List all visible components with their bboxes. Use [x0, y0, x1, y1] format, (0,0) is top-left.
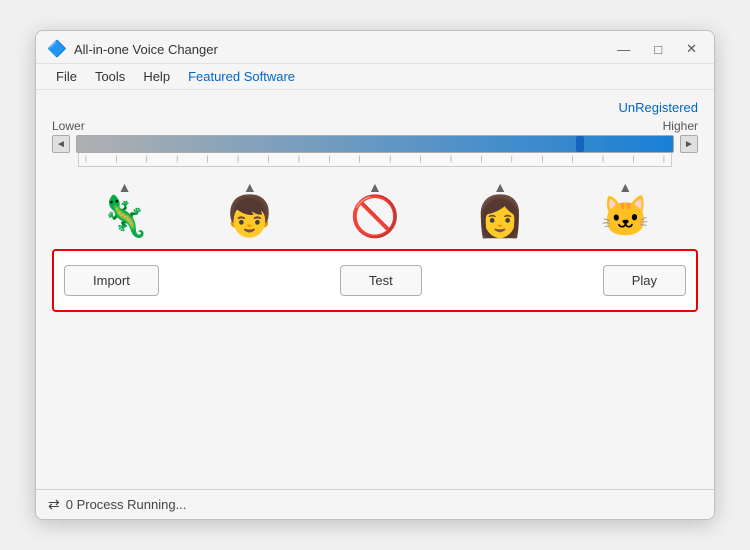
title-bar: 🔷 All-in-one Voice Changer — □ ✕: [36, 31, 714, 64]
pitch-labels: Lower Higher: [52, 119, 698, 133]
character-woman[interactable]: ▲ 👩: [475, 179, 525, 237]
import-button[interactable]: Import: [64, 265, 159, 296]
status-bar: ⇄ 0 Process Running...: [36, 489, 714, 519]
test-button[interactable]: Test: [340, 265, 422, 296]
none-emoji: 🚫: [350, 197, 400, 237]
pitch-slider-track[interactable]: [76, 135, 674, 153]
none-pin: ▲: [368, 179, 382, 195]
slider-container: ◄ ►: [52, 135, 698, 153]
action-area: Import Test Play: [52, 249, 698, 312]
maximize-button[interactable]: □: [649, 40, 667, 59]
man-pin: ▲: [243, 179, 257, 195]
character-dragon[interactable]: ▲ 🦎: [100, 179, 150, 237]
pitch-slider-thumb[interactable]: [576, 136, 584, 152]
dragon-emoji: 🦎: [100, 197, 150, 237]
minimize-button[interactable]: —: [612, 40, 635, 59]
menu-file[interactable]: File: [48, 66, 85, 87]
pitch-section: Lower Higher ◄ ► ||||||||||||||||||||: [52, 119, 698, 167]
character-man[interactable]: ▲ 👦: [225, 179, 275, 237]
slider-arrow-left[interactable]: ◄: [52, 135, 70, 153]
main-window: 🔷 All-in-one Voice Changer — □ ✕ File To…: [35, 30, 715, 520]
app-icon: 🔷: [48, 40, 66, 58]
character-cat[interactable]: ▲ 🐱: [600, 179, 650, 237]
man-emoji: 👦: [225, 197, 275, 237]
cat-pin: ▲: [618, 179, 632, 195]
menu-featured-software[interactable]: Featured Software: [180, 66, 303, 87]
menu-bar: File Tools Help Featured Software: [36, 64, 714, 90]
play-button[interactable]: Play: [603, 265, 686, 296]
process-status: 0 Process Running...: [66, 497, 187, 512]
characters-row: ▲ 🦎 ▲ 👦 ▲ 🚫 ▲ 👩 ▲ 🐱: [52, 175, 698, 241]
process-icon: ⇄: [48, 496, 60, 513]
window-controls: — □ ✕: [612, 39, 702, 59]
cat-emoji: 🐱: [600, 197, 650, 237]
dragon-pin: ▲: [118, 179, 132, 195]
menu-tools[interactable]: Tools: [87, 66, 133, 87]
lower-label: Lower: [52, 119, 85, 133]
woman-pin: ▲: [493, 179, 507, 195]
window-title: All-in-one Voice Changer: [74, 42, 218, 57]
registration-status: UnRegistered: [52, 100, 698, 115]
higher-label: Higher: [663, 119, 698, 133]
slider-arrow-right[interactable]: ►: [680, 135, 698, 153]
close-button[interactable]: ✕: [681, 39, 702, 59]
woman-emoji: 👩: [475, 197, 525, 237]
menu-help[interactable]: Help: [135, 66, 178, 87]
pitch-ruler: ||||||||||||||||||||: [78, 153, 672, 167]
content-area: UnRegistered Lower Higher ◄ ► ||||||||||…: [36, 90, 714, 489]
character-none[interactable]: ▲ 🚫: [350, 179, 400, 237]
title-bar-left: 🔷 All-in-one Voice Changer: [48, 40, 218, 58]
